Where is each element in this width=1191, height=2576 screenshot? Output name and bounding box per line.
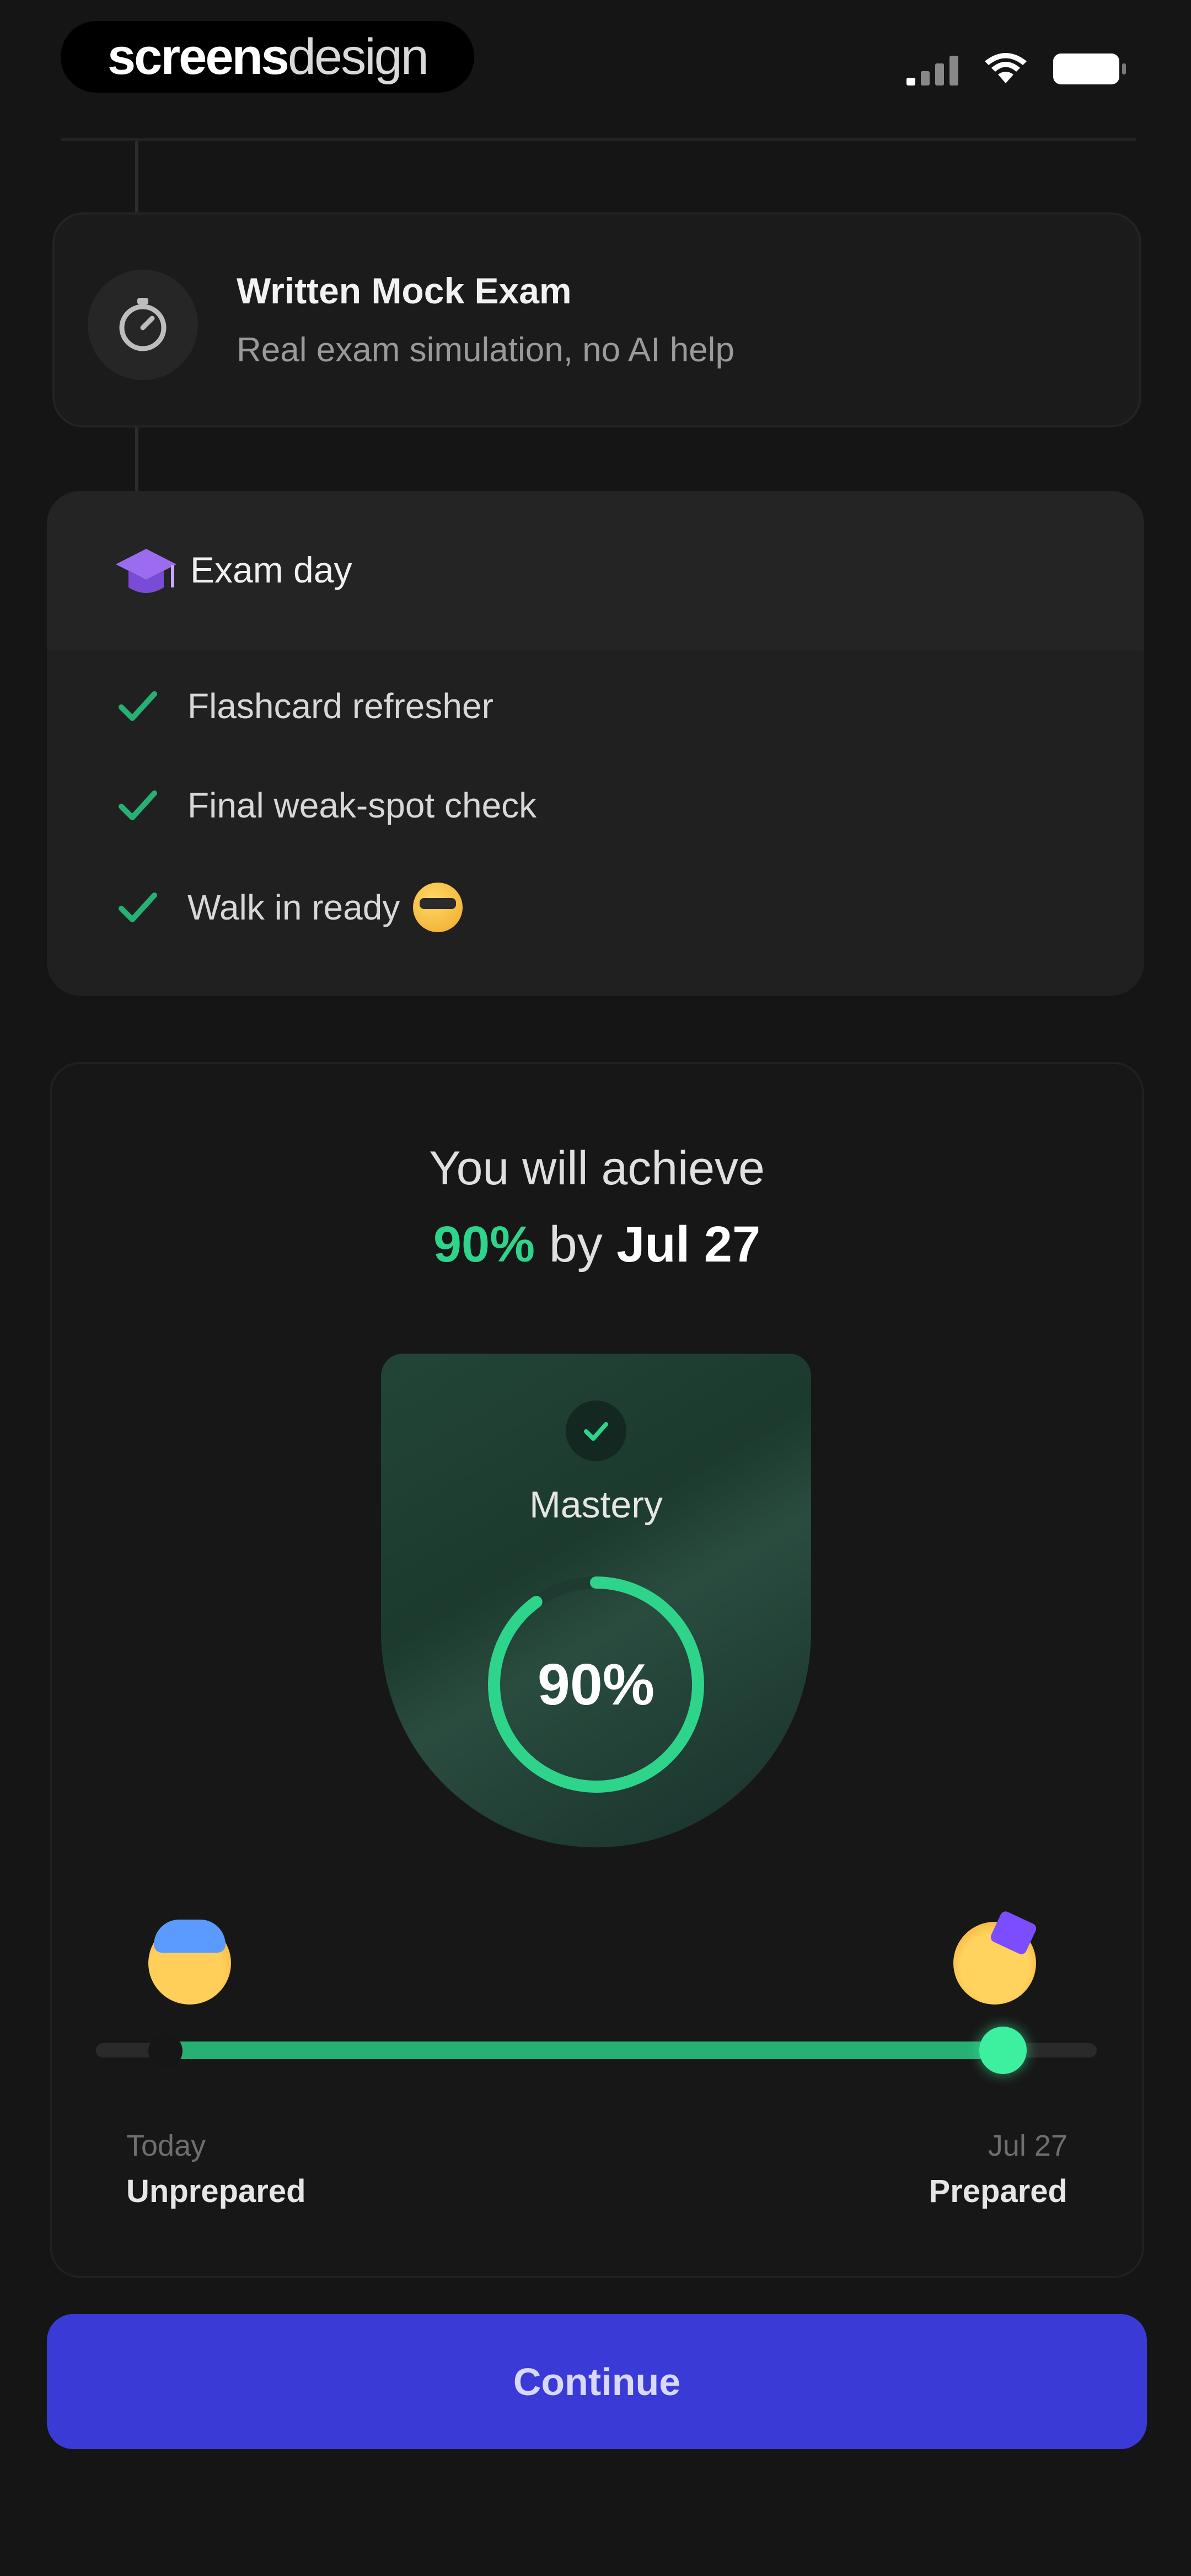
logo-light-text: design: [287, 28, 429, 85]
headline-line2: 90% by Jul 27: [52, 1216, 1142, 1274]
mastery-badge: Mastery 90%: [381, 1354, 811, 1847]
screensdesign-logo: screens design: [61, 21, 474, 93]
graduation-cap-icon: [116, 549, 176, 593]
headline-line1: You will achieve: [429, 1142, 765, 1195]
task-label: Walk in ready: [187, 888, 400, 927]
task-label: Flashcard refresher: [187, 686, 493, 726]
signal-bars-icon: [906, 52, 958, 85]
end-date-label: Jul 27: [988, 2129, 1067, 2162]
top-divider: [61, 138, 1136, 141]
progress-fill: [157, 2041, 1003, 2059]
task-item: Walk in ready: [116, 883, 463, 932]
ring-value: 90%: [537, 1652, 655, 1717]
task-item: Flashcard refresher: [116, 684, 493, 728]
headline-percent: 90%: [433, 1216, 535, 1273]
result-card: You will achieve 90% by Jul 27 Mastery 9…: [50, 1062, 1144, 2278]
checkmark-icon: [119, 790, 157, 820]
badge-label: Mastery: [529, 1484, 663, 1526]
status-icons: [906, 50, 1126, 88]
battery-icon: [1053, 54, 1126, 84]
task-label: Final weak-spot check: [187, 785, 537, 825]
status-bar: screens design: [0, 0, 1191, 121]
timeline-connector: [135, 141, 138, 213]
check-circle-icon: [566, 1401, 626, 1461]
logo-bold-text: screens: [108, 28, 289, 85]
progress-end-knob: [979, 2027, 1027, 2074]
start-date-label: Today: [126, 2129, 206, 2162]
headline-date: Jul 27: [616, 1216, 761, 1273]
checkmark-icon: [119, 892, 157, 922]
end-state-label: Prepared: [929, 2173, 1067, 2209]
sunglasses-emoji-icon: [413, 883, 463, 932]
exam-day-card: Exam day Flashcard refresher Final weak-…: [47, 491, 1144, 996]
timeline-connector: [135, 427, 138, 491]
mock-exam-card[interactable]: Written Mock Exam Real exam simulation, …: [52, 212, 1141, 427]
anxious-face-emoji-icon: [148, 1920, 231, 2005]
exam-day-title: Exam day: [190, 549, 352, 590]
start-state-label: Unprepared: [126, 2173, 306, 2209]
mock-exam-title: Written Mock Exam: [237, 270, 572, 311]
continue-button[interactable]: Continue: [47, 2314, 1147, 2449]
exam-day-header: Exam day: [47, 491, 1144, 651]
mock-exam-subtitle: Real exam simulation, no AI help: [237, 331, 734, 369]
checkmark-icon: [119, 691, 157, 721]
task-item: Final weak-spot check: [116, 783, 537, 827]
headline-by: by: [549, 1216, 603, 1273]
party-face-emoji-icon: [953, 1922, 1036, 2005]
wifi-icon: [985, 53, 1027, 83]
progress-start-knob: [148, 2034, 183, 2068]
stopwatch-icon: [88, 270, 198, 380]
